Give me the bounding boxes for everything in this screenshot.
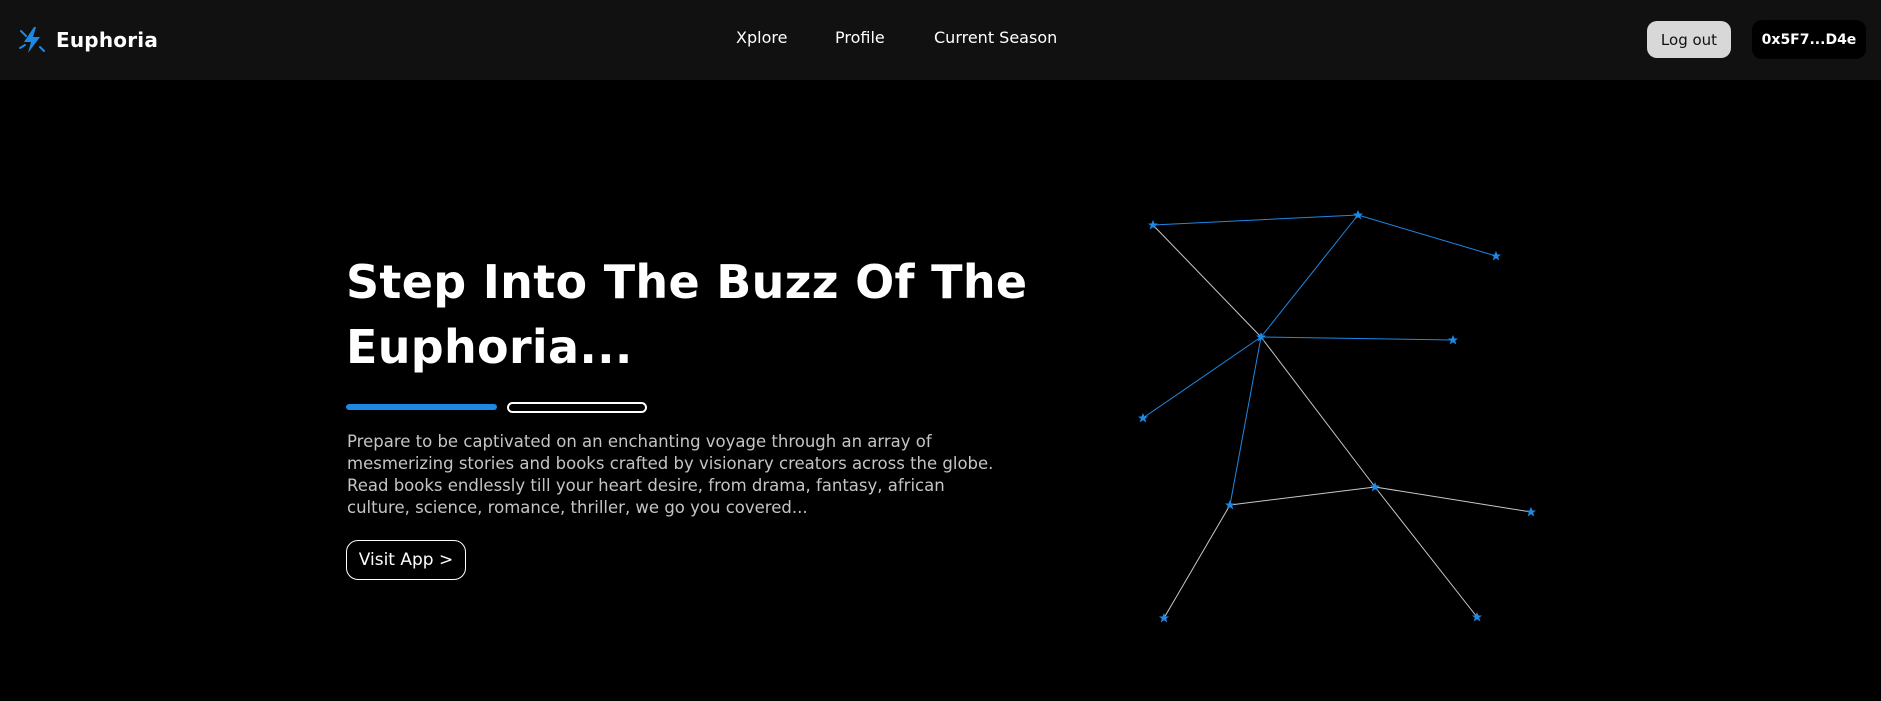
visit-app-button[interactable]: Visit App > xyxy=(346,540,466,580)
star-constellation-icon xyxy=(1138,210,1536,623)
brand-logo[interactable]: Euphoria xyxy=(18,24,158,56)
bolt-icon xyxy=(19,27,45,53)
hero-description: Prepare to be captivated on an enchantin… xyxy=(347,432,994,517)
brand-name: Euphoria xyxy=(56,28,159,52)
star-icon xyxy=(1159,613,1169,623)
wallet-address-button[interactable]: 0x5F7...D4e xyxy=(1752,20,1866,59)
nav-link-profile[interactable]: Profile xyxy=(835,28,885,47)
main-nav: Xplore Profile Current Season xyxy=(0,28,1881,52)
star-icon xyxy=(1370,482,1380,492)
hero-title: Step Into The Buzz Of The Euphoria... xyxy=(346,255,1028,374)
nav-link-current-season[interactable]: Current Season xyxy=(934,28,1057,47)
progress-segment-inactive xyxy=(507,402,647,413)
star-icon xyxy=(1491,251,1501,261)
logout-button[interactable]: Log out xyxy=(1647,21,1731,58)
progress-segment-active xyxy=(346,404,497,410)
star-icon xyxy=(1472,612,1482,622)
star-icon xyxy=(1138,413,1148,423)
nav-link-xplore[interactable]: Xplore xyxy=(736,28,787,47)
top-navbar: Euphoria Xplore Profile Current Season L… xyxy=(0,0,1881,80)
